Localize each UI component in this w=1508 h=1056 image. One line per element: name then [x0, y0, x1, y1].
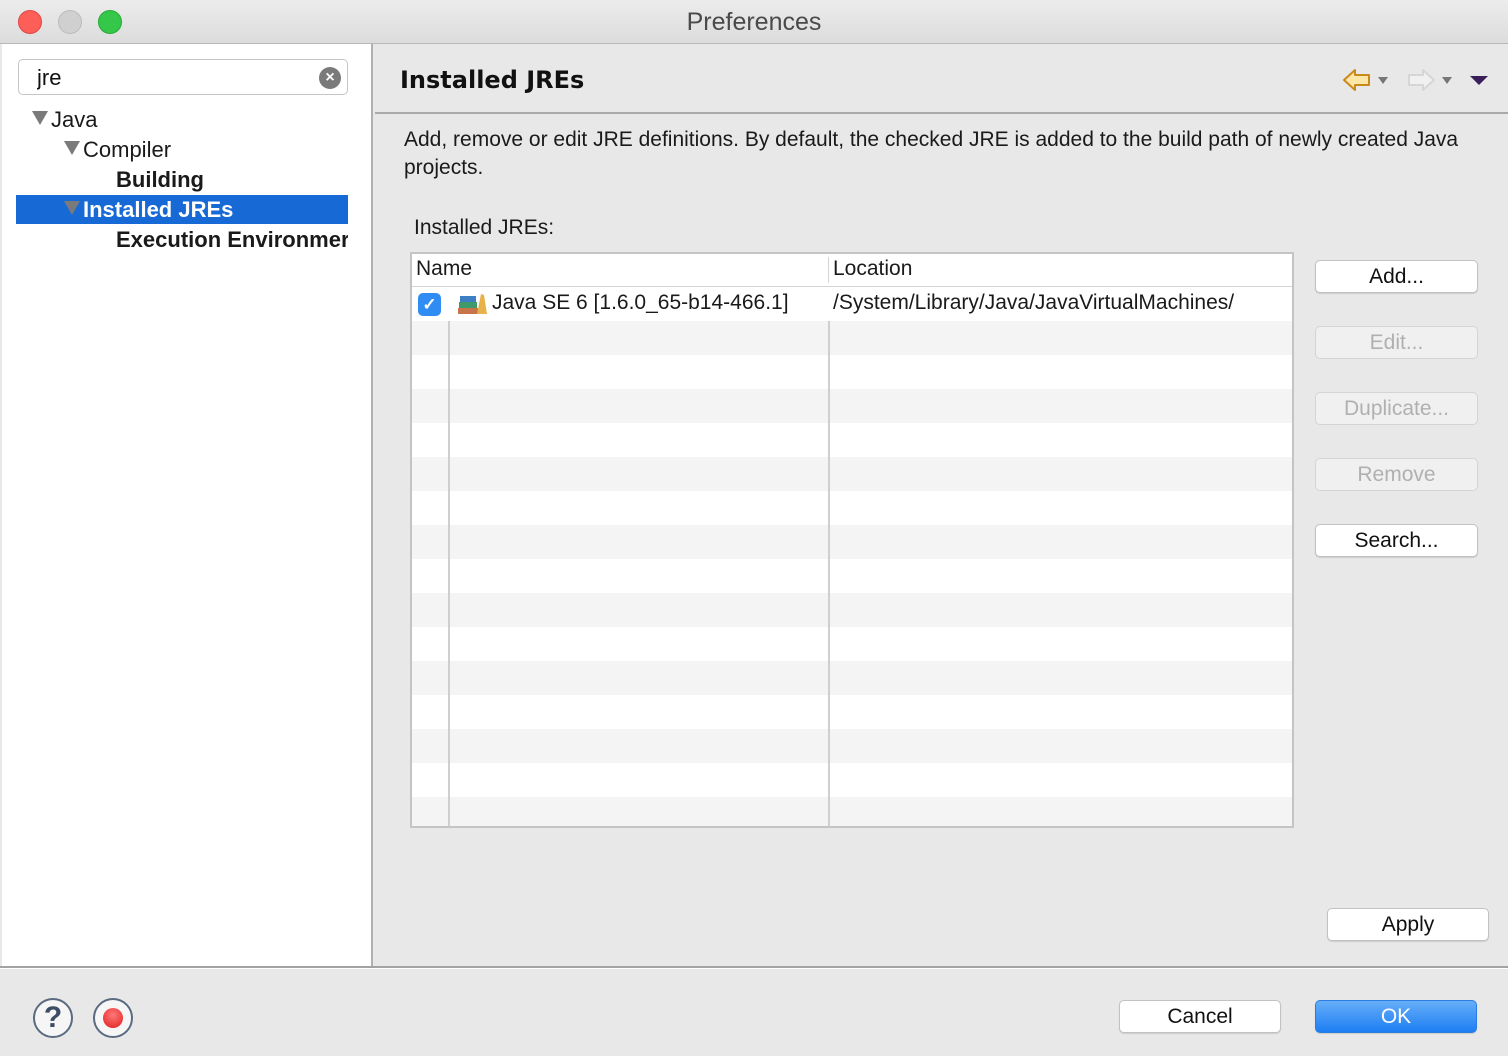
apply-button[interactable]: Apply	[1327, 908, 1489, 941]
tree-item-label: Java	[51, 107, 98, 132]
view-menu-icon[interactable]	[1470, 75, 1488, 85]
column-header-name[interactable]: Name	[416, 257, 472, 281]
forward-history-dropdown-icon[interactable]	[1442, 76, 1452, 84]
back-arrow-icon[interactable]	[1342, 67, 1372, 93]
column-divider	[828, 321, 830, 826]
footer-divider	[0, 966, 1508, 969]
table-row-empty	[412, 661, 1292, 695]
table-row-empty	[412, 491, 1292, 525]
tree-item-label: Compiler	[83, 137, 172, 162]
page-description: Add, remove or edit JRE definitions. By …	[404, 128, 1459, 179]
column-separator[interactable]	[828, 257, 829, 283]
table-row-empty	[412, 593, 1292, 627]
tree-item-execution-environments[interactable]: Execution Environmer	[116, 225, 348, 254]
filter-field[interactable]: ×	[18, 59, 348, 95]
table-label: Installed JREs:	[414, 216, 555, 239]
installed-jres-table[interactable]: Name Location ✓ Java SE 6 [1.6.0_65-b14-…	[410, 252, 1294, 828]
window-title: Preferences	[686, 8, 822, 36]
search-jre-button[interactable]: Search...	[1315, 524, 1478, 557]
table-row-empty	[412, 729, 1292, 763]
add-jre-button[interactable]: Add...	[1315, 260, 1478, 293]
duplicate-jre-button[interactable]: Duplicate...	[1315, 392, 1478, 425]
ok-button[interactable]: OK	[1315, 1000, 1477, 1033]
forward-arrow-icon[interactable]	[1406, 67, 1436, 93]
table-row-empty	[412, 797, 1292, 826]
help-icon[interactable]: ?	[33, 998, 73, 1038]
jre-location: /System/Library/Java/JavaVirtualMachines…	[833, 291, 1235, 314]
tree-item-installed-jres[interactable]: Installed JREs	[16, 195, 348, 224]
dialog-footer: ? Cancel OK	[0, 970, 1508, 1056]
expand-triangle-icon[interactable]	[32, 111, 48, 125]
tree-item-label: Building	[116, 167, 204, 192]
preference-page: Installed JREs Add, remove or edit JRE d…	[375, 44, 1508, 966]
page-header: Installed JREs	[375, 44, 1508, 114]
table-row-empty	[412, 389, 1292, 423]
table-row-empty	[412, 355, 1292, 389]
page-title: Installed JREs	[400, 66, 585, 94]
table-row-empty	[412, 423, 1292, 457]
table-row[interactable]: ✓ Java SE 6 [1.6.0_65-b14-466.1] /System…	[412, 287, 1292, 321]
edit-jre-button[interactable]: Edit...	[1315, 326, 1478, 359]
clear-icon[interactable]: ×	[319, 67, 341, 89]
tree-item-building[interactable]: Building	[116, 165, 354, 194]
tree-item-java[interactable]: Java	[32, 105, 352, 134]
tree-item-label: Installed JREs	[83, 197, 234, 222]
table-row-empty	[412, 763, 1292, 797]
jre-name: Java SE 6 [1.6.0_65-b14-466.1]	[492, 291, 789, 314]
stop-icon[interactable]	[93, 998, 133, 1038]
expand-triangle-icon[interactable]	[64, 201, 80, 215]
remove-jre-button[interactable]: Remove	[1315, 458, 1478, 491]
filter-input[interactable]	[37, 66, 317, 90]
back-history-dropdown-icon[interactable]	[1378, 76, 1388, 84]
column-header-location[interactable]: Location	[833, 257, 912, 281]
table-row-empty	[412, 559, 1292, 593]
jre-library-icon	[458, 294, 487, 314]
tree-item-label: Execution Environmer	[116, 227, 348, 252]
cancel-button[interactable]: Cancel	[1119, 1000, 1281, 1033]
table-row-empty	[412, 695, 1292, 729]
title-bar: Preferences	[0, 0, 1508, 44]
table-row-empty	[412, 457, 1292, 491]
table-header: Name Location	[412, 254, 1292, 287]
column-divider	[448, 321, 450, 826]
stop-dot	[103, 1008, 123, 1028]
expand-triangle-icon[interactable]	[64, 141, 80, 155]
preferences-sidebar: × Java Compiler Building Installed JREs …	[2, 44, 373, 966]
table-row-empty	[412, 321, 1292, 355]
page-navigation	[1342, 66, 1488, 94]
tree-item-compiler[interactable]: Compiler	[64, 135, 354, 164]
table-row-empty	[412, 525, 1292, 559]
table-row-empty	[412, 627, 1292, 661]
jre-default-checkbox[interactable]: ✓	[418, 293, 441, 316]
